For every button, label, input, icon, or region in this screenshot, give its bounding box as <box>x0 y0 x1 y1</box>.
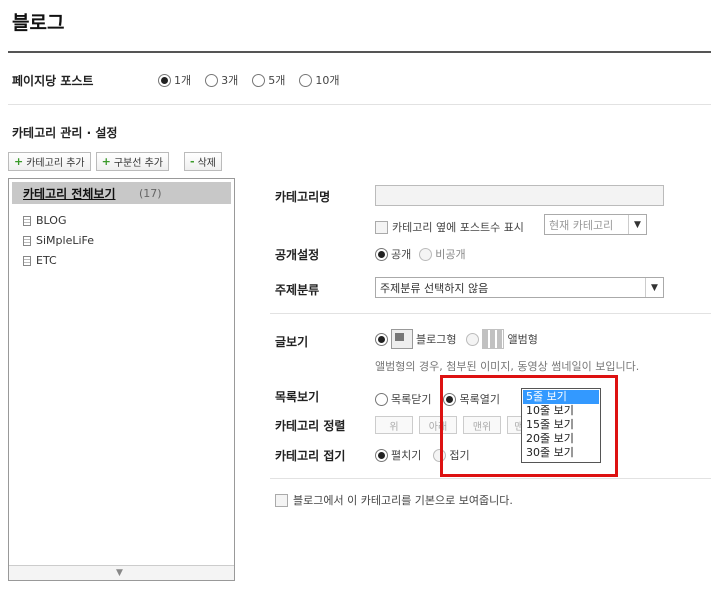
chevron-down-icon: ▼ <box>628 215 646 234</box>
radio-icon <box>205 73 219 87</box>
category-name-label: 카테고리명 <box>275 190 331 204</box>
plus-icon: + <box>14 155 24 168</box>
visibility-public-option[interactable]: 공개 <box>375 246 411 262</box>
post-count-select[interactable]: 현재 카테고리 ▼ <box>544 214 647 235</box>
posts-per-page-radio-group: 1개 3개 5개 10개 <box>158 72 340 88</box>
add-category-button[interactable]: + 카테고리 추가 <box>8 152 91 171</box>
settings-divider <box>270 313 711 314</box>
posts-per-page-option-3[interactable]: 3개 <box>205 72 238 88</box>
category-fold-label: 카테고리 접기 <box>275 449 346 463</box>
view-album-option[interactable]: 앨범형 <box>466 329 538 349</box>
category-tree: 카테고리 전체보기 (17) BLOG SiMpleLiFe ETC ▼ <box>8 178 235 581</box>
list-view-label: 목록보기 <box>275 390 320 404</box>
post-count-checkbox[interactable] <box>375 220 388 234</box>
page-title: 블로그 <box>12 12 65 34</box>
highlight-box <box>440 375 618 477</box>
tree-item-simplelife[interactable]: SiMpleLiFe <box>23 234 94 247</box>
delete-category-button[interactable]: - 삭제 <box>184 152 222 171</box>
posts-per-page-option-10[interactable]: 10개 <box>299 72 340 88</box>
sort-up-button[interactable]: 위 <box>375 416 413 434</box>
category-name-input[interactable] <box>375 185 664 206</box>
post-count-checkbox-row: 카테고리 옆에 포스트수 표시 <box>375 219 524 235</box>
visibility-private-option[interactable]: 비공개 <box>419 246 466 262</box>
category-toolbar: + 카테고리 추가 + 구분선 추가 - 삭제 <box>8 152 222 171</box>
posts-per-page-option-5[interactable]: 5개 <box>252 72 285 88</box>
tree-resize-handle[interactable]: ▼ <box>9 565 234 580</box>
tree-item-etc[interactable]: ETC <box>23 254 57 267</box>
document-icon <box>23 215 31 226</box>
category-sort-label: 카테고리 정렬 <box>275 419 346 433</box>
section-divider <box>8 104 711 105</box>
radio-icon <box>375 448 388 462</box>
document-icon <box>23 235 31 246</box>
default-category-checkbox[interactable] <box>275 493 288 507</box>
radio-icon <box>375 392 388 406</box>
minus-icon: - <box>190 155 195 168</box>
fold-expand-option[interactable]: 펼치기 <box>375 447 421 463</box>
view-blog-option[interactable]: 블로그형 <box>375 329 456 349</box>
tree-root-all-categories[interactable]: 카테고리 전체보기 (17) <box>12 182 231 204</box>
post-count-checkbox-label: 카테고리 옆에 포스트수 표시 <box>392 221 524 234</box>
visibility-label: 공개설정 <box>275 248 320 262</box>
document-icon <box>23 255 31 266</box>
category-section-title: 카테고리 관리 · 설정 <box>12 126 118 140</box>
radio-icon <box>375 332 388 346</box>
view-type-hint: 앨범형의 경우, 첨부된 이미지, 동영상 썸네일이 보입니다. <box>375 360 640 373</box>
chevron-down-icon: ▼ <box>645 278 663 297</box>
view-type-label: 글보기 <box>275 335 309 349</box>
tree-item-blog[interactable]: BLOG <box>23 214 66 227</box>
radio-icon <box>158 73 171 87</box>
radio-icon <box>299 73 313 87</box>
radio-icon <box>252 73 266 87</box>
add-divider-button[interactable]: + 구분선 추가 <box>95 152 170 171</box>
radio-icon <box>419 247 433 261</box>
visibility-radio-group: 공개 비공개 <box>375 246 466 262</box>
posts-per-page-label: 페이지당 포스트 <box>12 74 94 88</box>
topic-select[interactable]: 주제분류 선택하지 않음 ▼ <box>375 277 664 298</box>
radio-icon <box>375 247 388 261</box>
topic-label: 주제분류 <box>275 283 320 297</box>
default-category-label: 블로그에서 이 카테고리를 기본으로 보여줍니다. <box>293 494 513 507</box>
radio-icon <box>466 332 480 346</box>
title-divider <box>8 51 711 53</box>
settings-divider <box>270 478 711 479</box>
blog-layout-icon <box>391 329 413 349</box>
view-type-radio-group: 블로그형 앨범형 <box>375 329 538 349</box>
list-close-option[interactable]: 목록닫기 <box>375 391 431 407</box>
tree-root-count: (17) <box>139 187 162 200</box>
posts-per-page-option-1[interactable]: 1개 <box>158 72 191 88</box>
album-layout-icon <box>482 329 505 349</box>
chevron-down-icon: ▼ <box>116 568 123 578</box>
plus-icon: + <box>101 155 111 168</box>
tree-root-label: 카테고리 전체보기 <box>23 187 116 201</box>
default-category-row: 블로그에서 이 카테고리를 기본으로 보여줍니다. <box>275 492 513 508</box>
